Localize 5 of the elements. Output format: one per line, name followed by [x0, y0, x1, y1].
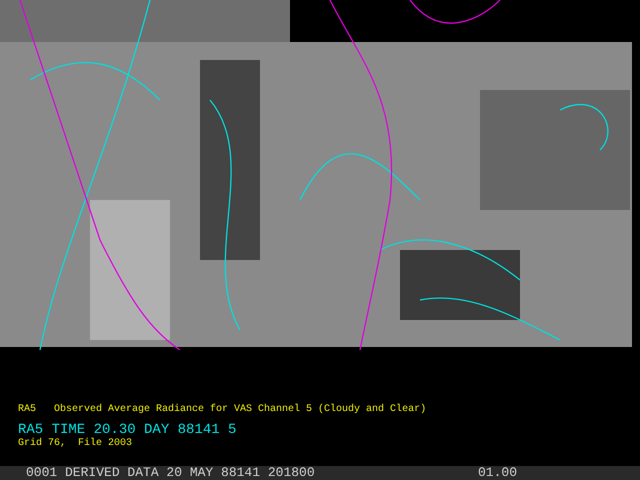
frame-label: 0001 DERIVED DATA 20 MAY 88141 201800 — [26, 466, 316, 480]
time-line: RA5 TIME 20.30 DAY 88141 5 — [18, 422, 238, 438]
grid-line: Grid 76, File 2003 — [18, 438, 134, 450]
product-title: RA5 Observed Average Radiance for VAS Channel 5 (Cloudy and Clear) — [18, 404, 428, 416]
frame-value: 01.00 — [478, 466, 518, 480]
